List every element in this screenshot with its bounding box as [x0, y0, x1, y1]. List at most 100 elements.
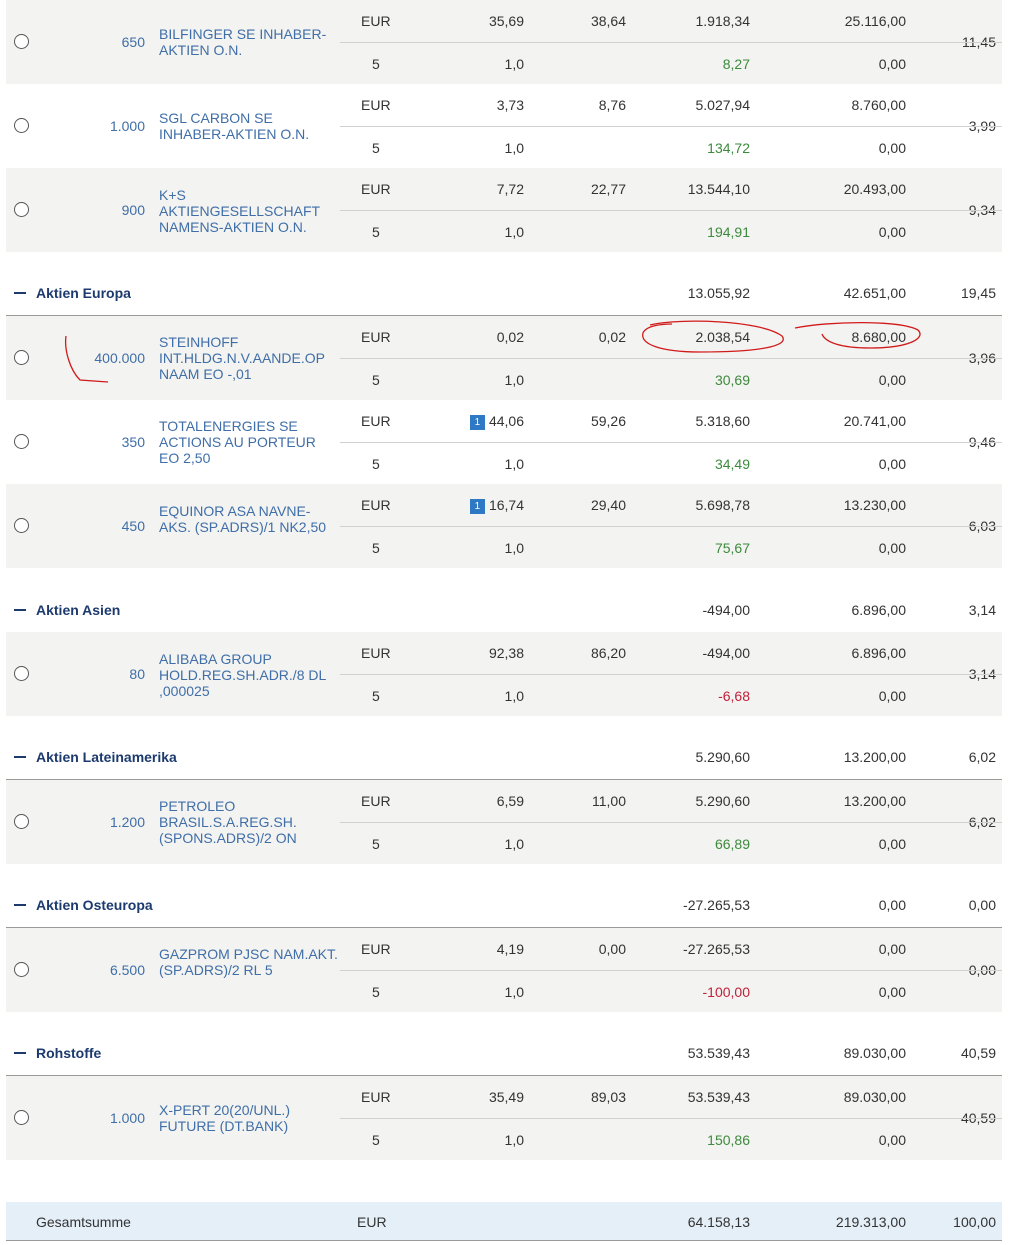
sub-value: 0,00: [878, 224, 906, 240]
price-buy: 7,72: [496, 181, 524, 197]
security-name-link[interactable]: ALIBABA GROUP HOLD.REG.SH.ADR./8 DL ,000…: [159, 651, 339, 699]
quantity: 80: [129, 666, 145, 682]
quantity: 6.500: [109, 962, 145, 978]
divider: [340, 970, 1002, 971]
quantity: 1.000: [109, 1110, 145, 1126]
sub-value: 0,00: [878, 1132, 906, 1148]
category-header-europa[interactable]: Aktien Europa 13.055,92 42.651,00 19,45: [6, 273, 1002, 316]
currency: EUR: [361, 793, 391, 809]
market-value: 13.200,00: [843, 793, 906, 809]
price-current: 86,20: [590, 645, 626, 661]
position-row-alibaba: 80 ALIBABA GROUP HOLD.REG.SH.ADR./8 DL ,…: [6, 632, 1002, 716]
total-label: Gesamtsumme: [36, 1214, 131, 1230]
security-name-link[interactable]: BILFINGER SE INHABER-AKTIEN O.N.: [159, 26, 339, 58]
change-percent: 194,91: [707, 224, 750, 240]
select-radio[interactable]: [14, 1110, 29, 1125]
price-buy: 35,69: [488, 13, 524, 29]
market-value: 13.230,00: [843, 497, 906, 513]
info-badge[interactable]: 1: [469, 499, 485, 514]
category-header-osteuropa[interactable]: Aktien Osteuropa -27.265,53 0,00 0,00: [6, 885, 1002, 928]
price-current: 0,02: [598, 329, 626, 345]
security-name-link[interactable]: EQUINOR ASA NAVNE-AKS. (SP.ADRS)/1 NK2,5…: [159, 503, 339, 535]
price-buy: 35,49: [488, 1089, 524, 1105]
security-name-link[interactable]: TOTALENERGIES SE ACTIONS AU PORTEUR EO 2…: [159, 418, 339, 466]
sub-value-a: 5: [372, 688, 380, 704]
gain-loss: 5.027,94: [695, 97, 751, 113]
price-buy: 92,38: [488, 645, 524, 661]
currency: EUR: [361, 97, 391, 113]
select-radio[interactable]: [14, 814, 29, 829]
category-gain-loss: 53.539,43: [687, 1045, 750, 1061]
sub-value-b: 1,0: [504, 836, 524, 852]
position-row-totalenergies: 350 TOTALENERGIES SE ACTIONS AU PORTEUR …: [6, 400, 1002, 484]
sub-value-b: 1,0: [504, 688, 524, 704]
gain-loss: 5.698,78: [695, 497, 751, 513]
category-label: Aktien Europa: [36, 285, 131, 301]
sub-value-b: 1,0: [504, 456, 524, 472]
category-label: Aktien Osteuropa: [36, 897, 153, 913]
collapse-icon[interactable]: [14, 904, 26, 906]
category-header-rohstoffe[interactable]: Rohstoffe 53.539,43 89.030,00 40,59: [6, 1033, 1002, 1076]
currency: EUR: [361, 181, 391, 197]
divider: [340, 674, 1002, 675]
select-radio[interactable]: [14, 118, 29, 133]
select-radio[interactable]: [14, 34, 29, 49]
gain-loss: 5.290,60: [695, 793, 751, 809]
select-radio[interactable]: [14, 350, 29, 365]
gain-loss: -27.265,53: [683, 941, 750, 957]
select-radio[interactable]: [14, 666, 29, 681]
collapse-icon[interactable]: [14, 756, 26, 758]
price-current: 8,76: [598, 97, 626, 113]
currency: EUR: [361, 13, 391, 29]
category-gain-loss: -494,00: [702, 602, 750, 618]
category-header-lateinamerika[interactable]: Aktien Lateinamerika 5.290,60 13.200,00 …: [6, 737, 1002, 780]
info-badge[interactable]: 1: [469, 415, 485, 430]
category-weight: 3,14: [968, 602, 996, 618]
currency: EUR: [361, 413, 391, 429]
select-radio[interactable]: [14, 518, 29, 533]
change-percent: 134,72: [707, 140, 750, 156]
sub-value: 0,00: [878, 540, 906, 556]
sub-value: 0,00: [878, 56, 906, 72]
change-percent: 8,27: [722, 56, 750, 72]
security-name-link[interactable]: X-PERT 20(20/UNL.) FUTURE (DT.BANK): [159, 1102, 339, 1134]
price-buy: 1 44,06: [469, 413, 524, 430]
sub-value-b: 1,0: [504, 1132, 524, 1148]
security-name-link[interactable]: SGL CARBON SE INHABER-AKTIEN O.N.: [159, 110, 339, 142]
sub-value: 0,00: [878, 140, 906, 156]
quantity: 1.000: [109, 118, 145, 134]
change-percent: -100,00: [702, 984, 750, 1000]
price-current: 29,40: [590, 497, 626, 513]
security-name-link[interactable]: PETROLEO BRASIL.S.A.REG.SH. (SPONS.ADRS)…: [159, 798, 339, 846]
category-gain-loss: 13.055,92: [687, 285, 750, 301]
divider: [340, 822, 1002, 823]
total-currency: EUR: [357, 1214, 387, 1230]
price-current: 11,00: [592, 793, 626, 809]
currency: EUR: [361, 497, 391, 513]
collapse-icon[interactable]: [14, 1052, 26, 1054]
divider: [340, 42, 1002, 43]
sub-value-b: 1,0: [504, 372, 524, 388]
total-gain-loss: 64.158,13: [687, 1214, 750, 1230]
market-value: 89.030,00: [843, 1089, 906, 1105]
position-row-equinor: 450 EQUINOR ASA NAVNE-AKS. (SP.ADRS)/1 N…: [6, 484, 1002, 568]
gain-loss: -494,00: [702, 645, 750, 661]
security-name-link[interactable]: STEINHOFF INT.HLDG.N.V.AANDE.OP NAAM EO …: [159, 334, 339, 382]
change-percent: 34,49: [714, 456, 750, 472]
select-radio[interactable]: [14, 202, 29, 217]
security-name-link[interactable]: K+S AKTIENGESELLSCHAFT NAMENS-AKTIEN O.N…: [159, 187, 339, 235]
security-name-link[interactable]: GAZPROM PJSC NAM.AKT.(SP.ADRS)/2 RL 5: [159, 946, 339, 978]
sub-value-a: 5: [372, 1132, 380, 1148]
category-header-asien[interactable]: Aktien Asien -494,00 6.896,00 3,14: [6, 590, 1002, 633]
total-market-value: 219.313,00: [835, 1214, 906, 1230]
select-radio[interactable]: [14, 434, 29, 449]
quantity: 400.000: [94, 350, 145, 366]
currency: EUR: [361, 645, 391, 661]
collapse-icon[interactable]: [14, 292, 26, 294]
sub-value-b: 1,0: [504, 140, 524, 156]
position-row-xpert: 1.000 X-PERT 20(20/UNL.) FUTURE (DT.BANK…: [6, 1076, 1002, 1160]
gain-loss: 1.918,34: [695, 13, 751, 29]
sub-value-a: 5: [372, 372, 380, 388]
select-radio[interactable]: [14, 962, 29, 977]
collapse-icon[interactable]: [14, 609, 26, 611]
